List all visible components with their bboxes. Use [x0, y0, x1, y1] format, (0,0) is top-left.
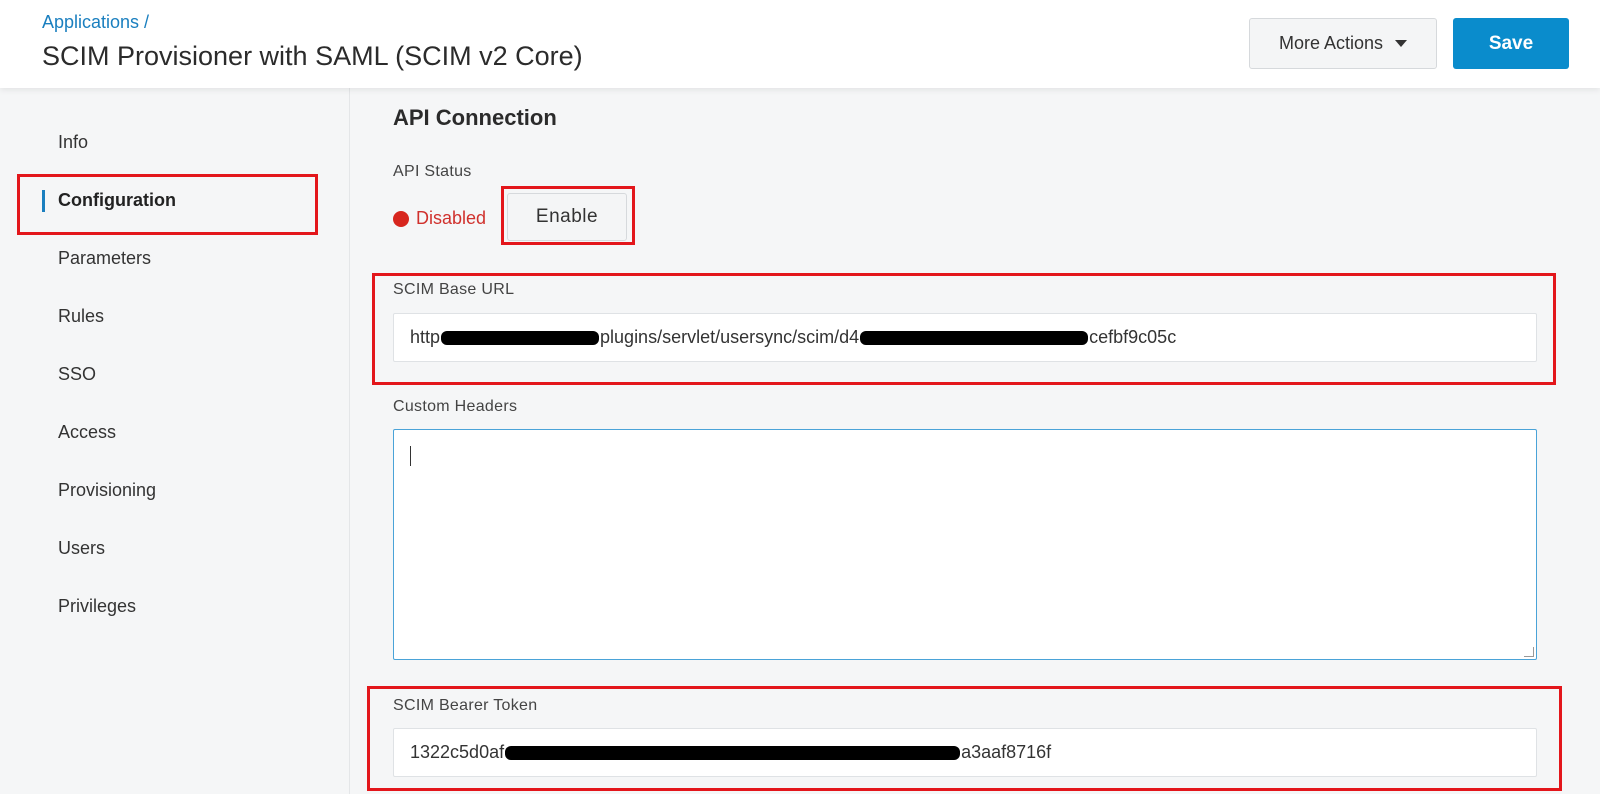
url-suffix: cefbf9c05c: [1089, 327, 1177, 347]
chevron-down-icon: [1395, 40, 1408, 47]
status-dot-icon: [393, 210, 409, 227]
sidebar-item-provisioning[interactable]: Provisioning: [58, 480, 156, 501]
sidebar-item-configuration[interactable]: Configuration: [58, 190, 176, 211]
sidebar-item-access[interactable]: Access: [58, 422, 116, 443]
resize-handle-icon[interactable]: [1524, 647, 1534, 657]
api-status-label: API Status: [393, 163, 472, 180]
sidebar-item-users[interactable]: Users: [58, 538, 105, 559]
redaction-mark: [505, 745, 961, 760]
api-status-text: Disabled: [416, 208, 487, 228]
breadcrumb-applications-link[interactable]: Applications /: [42, 12, 149, 32]
text-cursor: [410, 446, 411, 466]
page-header: Applications / SCIM Provisioner with SAM…: [0, 0, 1600, 88]
breadcrumb: Applications /: [42, 12, 149, 33]
sidebar-item-parameters[interactable]: Parameters: [58, 248, 151, 269]
scim-base-url-input[interactable]: http plugins/servlet/usersync/scim/d4 ce…: [393, 313, 1537, 362]
custom-headers-label: Custom Headers: [393, 398, 518, 415]
more-actions-label: More Actions: [1278, 33, 1384, 53]
redaction-mark: [860, 330, 1089, 345]
redaction-mark: [441, 330, 600, 345]
url-prefix: http: [410, 327, 441, 347]
token-suffix: a3aaf8716f: [961, 742, 1052, 762]
custom-headers-textarea[interactable]: [393, 429, 1537, 660]
sidebar-item-privileges[interactable]: Privileges: [58, 596, 136, 617]
scim-bearer-token-label: SCIM Bearer Token: [393, 697, 538, 714]
sidebar-item-rules[interactable]: Rules: [58, 306, 104, 327]
enable-api-button[interactable]: Enable: [507, 193, 627, 241]
token-prefix: 1322c5d0af: [410, 742, 505, 762]
api-status-indicator: Disabled: [393, 208, 486, 229]
save-button[interactable]: Save: [1453, 18, 1569, 69]
page-title: SCIM Provisioner with SAML (SCIM v2 Core…: [42, 41, 583, 71]
sidebar-item-info[interactable]: Info: [58, 132, 88, 153]
more-actions-button[interactable]: More Actions: [1249, 18, 1437, 69]
sidebar-item-sso[interactable]: SSO: [58, 364, 96, 385]
section-title: API Connection: [393, 105, 557, 130]
scim-base-url-label: SCIM Base URL: [393, 281, 515, 298]
scim-bearer-token-input[interactable]: 1322c5d0af a3aaf8716f: [393, 728, 1537, 777]
url-path: plugins/servlet/usersync/scim/d4: [600, 327, 860, 347]
active-nav-indicator: [42, 190, 45, 212]
